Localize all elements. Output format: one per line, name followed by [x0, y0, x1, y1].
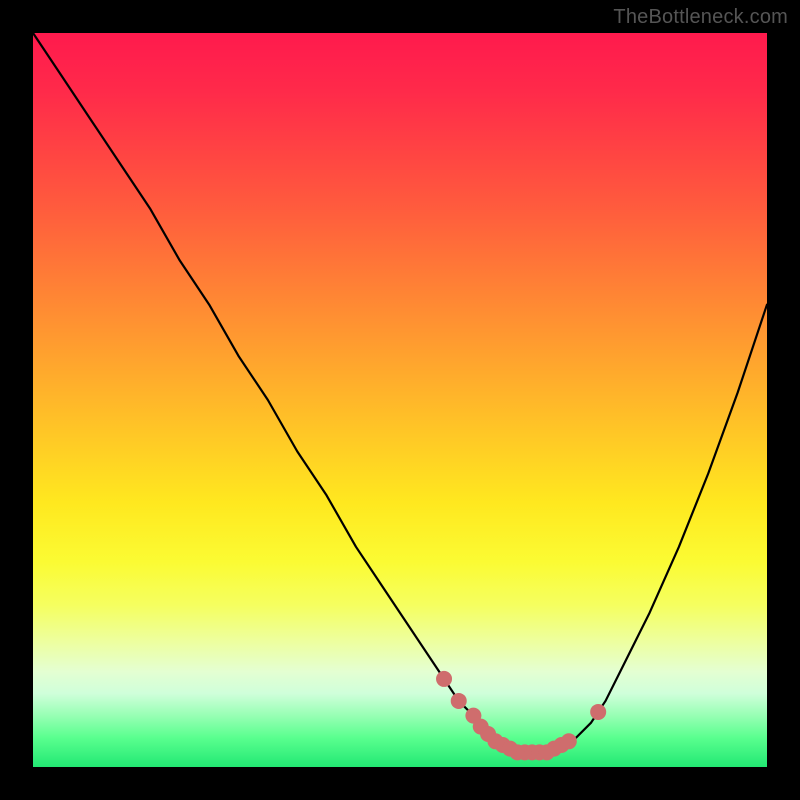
- chart-svg: [33, 33, 767, 767]
- optimal-range-point: [590, 704, 606, 720]
- chart-frame: TheBottleneck.com: [0, 0, 800, 800]
- plot-area: [33, 33, 767, 767]
- optimal-range-markers: [436, 671, 606, 760]
- optimal-range-point: [451, 693, 467, 709]
- optimal-range-point: [561, 733, 577, 749]
- bottleneck-curve-path: [33, 33, 767, 752]
- optimal-range-point: [436, 671, 452, 687]
- watermark-text: TheBottleneck.com: [613, 6, 788, 29]
